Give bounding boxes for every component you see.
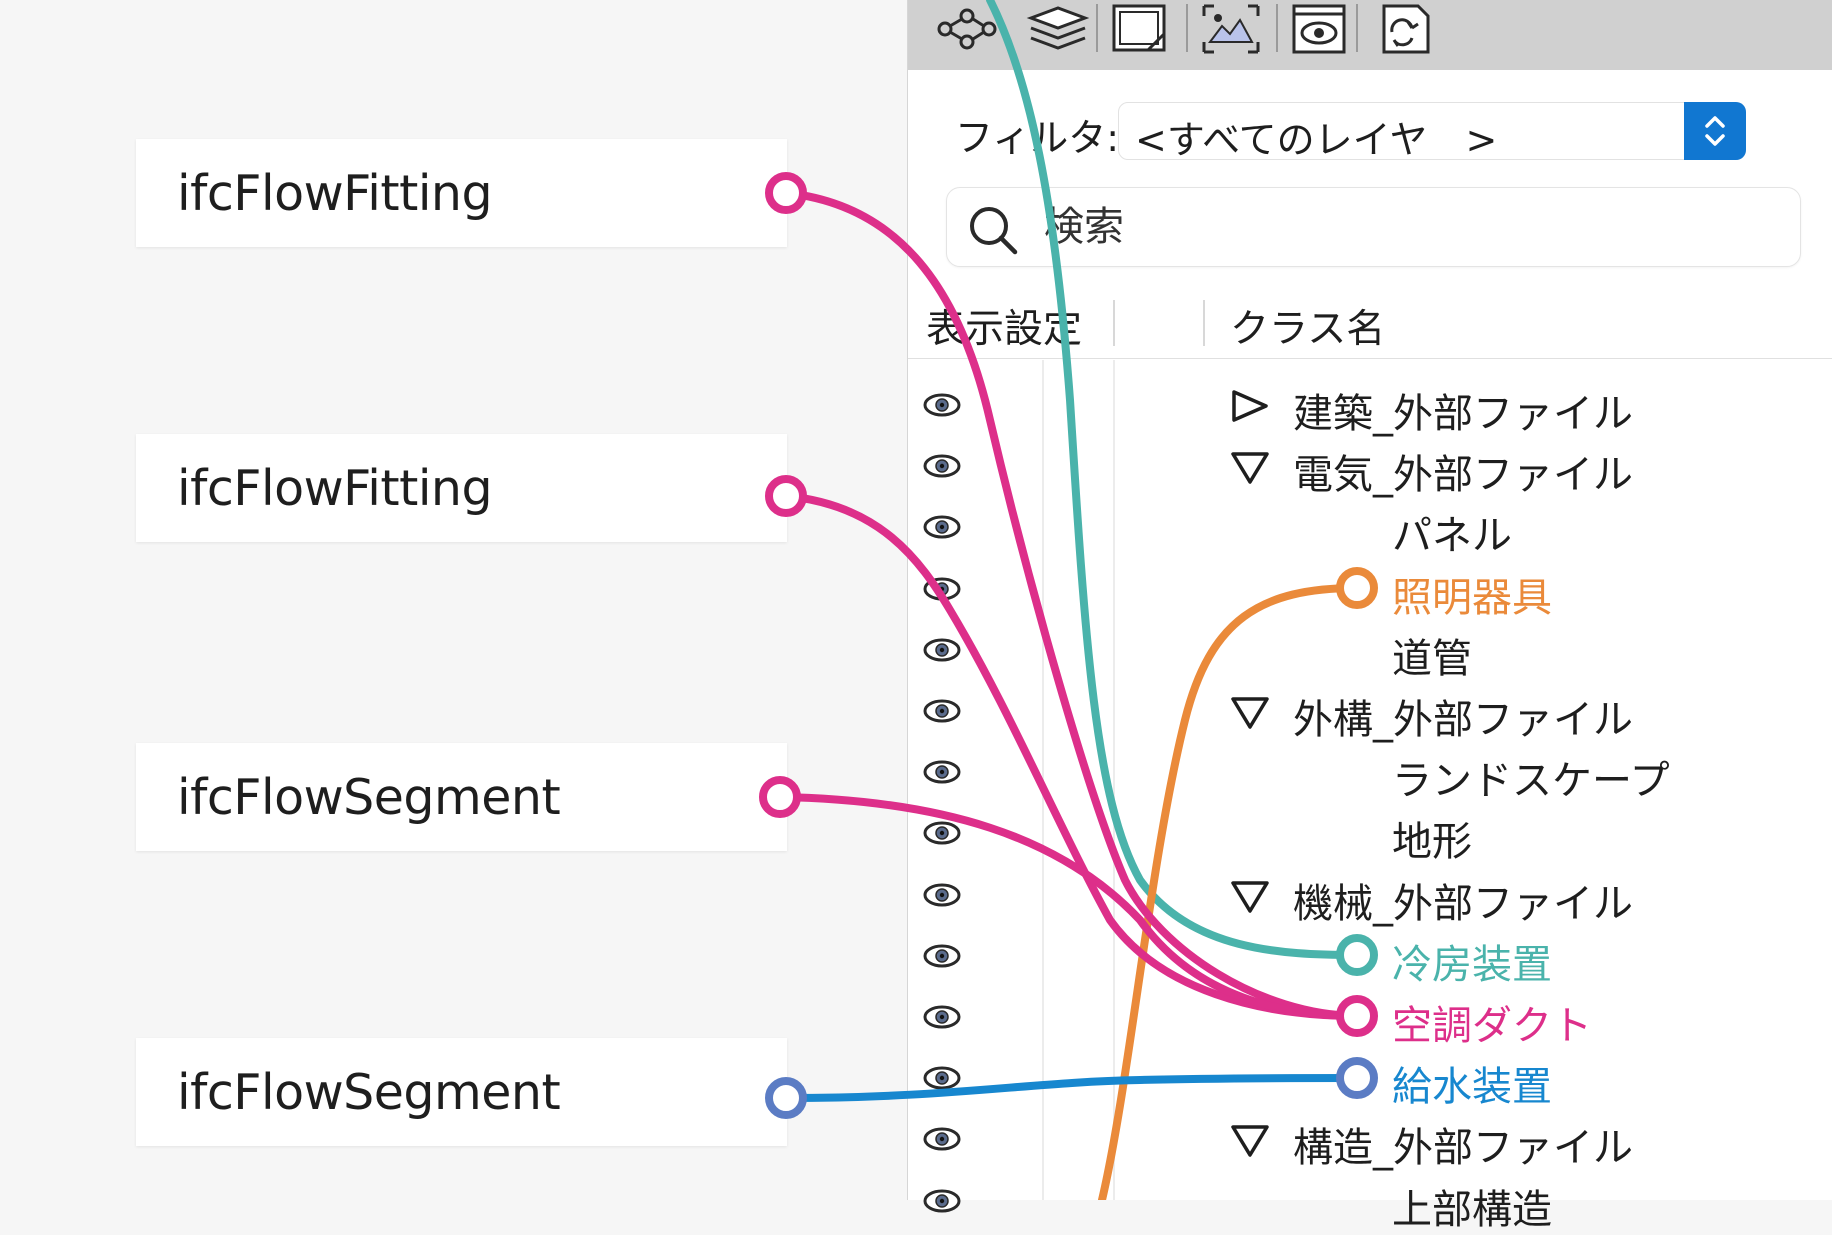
entity-card-3[interactable]: ifcFlowSegment — [136, 743, 787, 851]
layer-panel: フィルタ: <すべてのレイヤ > 表示設定 クラス名 建築_外部ファイル電気_外… — [907, 0, 1832, 1233]
image-frame-icon[interactable] — [1196, 2, 1266, 56]
eye-icon[interactable] — [922, 1124, 962, 1158]
eye-icon[interactable] — [922, 574, 962, 608]
layer-row[interactable]: 上部構造 — [908, 1170, 1832, 1233]
search-icon — [967, 204, 1019, 260]
layer-row[interactable]: 地形 — [908, 802, 1832, 865]
disclosure-down-icon[interactable] — [1230, 695, 1270, 733]
panel-toolbar — [908, 0, 1832, 70]
eye-icon[interactable] — [922, 1063, 962, 1097]
eye-icon[interactable] — [922, 512, 962, 546]
filter-select[interactable]: <すべてのレイヤ > — [1118, 102, 1746, 162]
search-box[interactable] — [946, 187, 1801, 267]
layer-row-label: 電気_外部ファイル — [1293, 452, 1633, 499]
layer-row-label: ランドスケープ — [1392, 758, 1670, 805]
sync-document-icon[interactable] — [1368, 2, 1438, 56]
layer-row-label: 照明器具 — [1392, 574, 1552, 621]
entity-label: ifcFlowFitting — [177, 164, 493, 222]
layer-row-label: パネル — [1392, 513, 1512, 560]
entity-label: ifcFlowFitting — [177, 459, 493, 517]
filter-label: フィルタ: — [955, 116, 1120, 160]
layer-row[interactable]: 空調ダクト — [908, 986, 1832, 1049]
layer-row[interactable]: 道管 — [908, 619, 1832, 682]
layer-row-label: 道管 — [1392, 635, 1472, 682]
layer-row[interactable]: 機械_外部ファイル — [908, 864, 1832, 927]
eye-icon[interactable] — [922, 880, 962, 914]
layer-row-label: 外構_外部ファイル — [1293, 697, 1633, 743]
column-visibility[interactable]: 表示設定 — [926, 298, 1082, 354]
eye-icon[interactable] — [922, 1002, 962, 1036]
layer-row[interactable]: 給水装置 — [908, 1047, 1832, 1110]
eye-icon[interactable] — [922, 696, 962, 730]
layers-icon[interactable] — [1023, 2, 1093, 56]
layer-row[interactable]: 建築_外部ファイル — [908, 374, 1832, 437]
eye-icon[interactable] — [922, 390, 962, 424]
layer-row-label: 構造_外部ファイル — [1293, 1125, 1633, 1172]
disclosure-down-icon[interactable] — [1230, 1123, 1270, 1161]
eye-icon[interactable] — [922, 1186, 962, 1220]
eye-icon[interactable] — [922, 941, 962, 975]
layer-box-icon[interactable] — [1106, 2, 1176, 56]
eye-icon[interactable] — [922, 818, 962, 852]
eye-icon[interactable] — [922, 451, 962, 485]
column-divider — [1113, 300, 1115, 346]
eye-icon[interactable] — [922, 635, 962, 669]
column-divider — [1203, 300, 1205, 346]
eye-window-icon[interactable] — [1284, 2, 1354, 56]
layer-row[interactable]: 構造_外部ファイル — [908, 1108, 1832, 1171]
layer-row-label: 地形 — [1392, 819, 1472, 866]
toolbar-divider — [1276, 4, 1278, 52]
entity-card-4[interactable]: ifcFlowSegment — [136, 1038, 787, 1146]
layer-row-label: 上部構造 — [1392, 1186, 1552, 1233]
layer-row-label: 冷房装置 — [1392, 941, 1552, 988]
layer-row-label: 給水装置 — [1392, 1064, 1552, 1111]
eye-icon[interactable] — [922, 757, 962, 791]
layer-row[interactable]: ランドスケープ — [908, 741, 1832, 804]
layer-row-label: 機械_外部ファイル — [1293, 880, 1633, 927]
toolbar-divider — [1356, 4, 1358, 52]
toolbar-divider — [1186, 4, 1188, 52]
disclosure-down-icon[interactable] — [1230, 450, 1270, 488]
layer-row[interactable]: 冷房装置 — [908, 925, 1832, 988]
toolbar-divider — [1096, 4, 1098, 52]
layer-row[interactable]: パネル — [908, 496, 1832, 559]
layer-row[interactable]: 照明器具 — [908, 558, 1832, 621]
entity-label: ifcFlowSegment — [177, 1063, 561, 1121]
search-input[interactable] — [1042, 200, 1746, 254]
entity-label: ifcFlowSegment — [177, 768, 561, 826]
layer-row-label: 建築_外部ファイル — [1293, 391, 1633, 437]
disclosure-right-icon[interactable] — [1230, 389, 1270, 427]
layer-row-label: 空調ダクト — [1392, 1003, 1592, 1049]
filter-value: <すべてのレイヤ > — [1135, 118, 1498, 162]
layer-row[interactable]: 電気_外部ファイル — [908, 435, 1832, 498]
entity-card-1[interactable]: ifcFlowFitting — [136, 139, 787, 247]
network-icon[interactable] — [933, 2, 1003, 56]
entity-card-2[interactable]: ifcFlowFitting — [136, 434, 787, 542]
layer-row[interactable]: 外構_外部ファイル — [908, 680, 1832, 743]
chevron-updown-icon[interactable] — [1684, 102, 1746, 160]
column-class-name[interactable]: クラス名 — [1230, 298, 1385, 354]
table-header: 表示設定 クラス名 — [908, 290, 1832, 359]
disclosure-down-icon[interactable] — [1230, 879, 1270, 917]
